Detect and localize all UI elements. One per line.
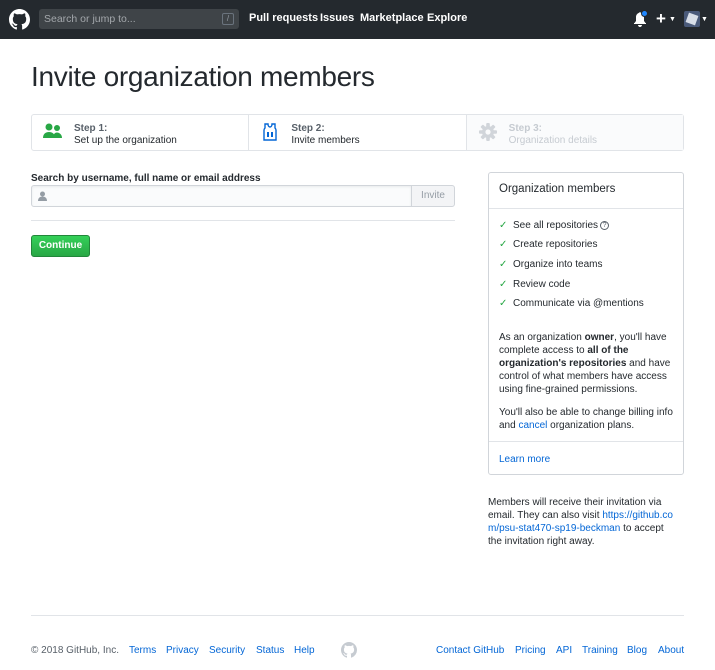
feature-item: ✓ See all repositories?	[499, 220, 610, 231]
step-label: Organization details	[508, 135, 598, 146]
gear-icon	[478, 123, 497, 141]
member-search-input[interactable]	[31, 185, 412, 207]
chevron-down-icon: ▼	[701, 16, 708, 23]
billing-description: You'll also be able to change billing in…	[499, 406, 677, 432]
footer-link-blog[interactable]: Blog	[627, 645, 647, 656]
step-label: Set up the organization	[74, 135, 177, 146]
step-1: Step 1: Set up the organization	[32, 115, 248, 150]
shortcut-key-hint: /	[222, 13, 234, 25]
top-header: Search or jump to... / Pull requests Iss…	[0, 0, 715, 39]
nav-explore[interactable]: Explore	[427, 12, 467, 24]
notification-indicator	[641, 10, 648, 17]
owner-description: As an organization owner, you'll have co…	[499, 331, 677, 396]
step-number: Step 1:	[74, 123, 108, 134]
search-input[interactable]: Search or jump to... /	[39, 9, 239, 29]
chevron-down-icon: ▼	[669, 16, 676, 23]
step-3: Step 3: Organization details	[465, 115, 683, 150]
feature-item: ✓ Create repositories	[499, 239, 597, 250]
cancel-link[interactable]: cancel	[518, 420, 547, 431]
feature-item: ✓ Communicate via @mentions	[499, 298, 644, 309]
footer-link-help[interactable]: Help	[294, 645, 315, 656]
continue-button[interactable]: Continue	[31, 235, 90, 257]
divider	[489, 208, 683, 209]
feature-label: See all repositories	[513, 220, 599, 231]
box-title: Organization members	[499, 183, 616, 195]
footer-divider	[31, 615, 684, 616]
member-search-label: Search by username, full name or email a…	[31, 173, 261, 184]
question-icon[interactable]: ?	[600, 221, 610, 230]
text: organization plans.	[547, 420, 635, 431]
github-logo-icon[interactable]	[9, 9, 30, 30]
footer-link-pricing[interactable]: Pricing	[515, 645, 546, 656]
check-icon: ✓	[499, 239, 508, 250]
feature-label: Organize into teams	[513, 259, 603, 270]
page-title: Invite organization members	[31, 61, 375, 92]
footer-link-about[interactable]: About	[658, 645, 684, 656]
feature-item: ✓ Organize into teams	[499, 259, 603, 270]
invite-button[interactable]: Invite	[411, 185, 455, 207]
check-icon: ✓	[499, 259, 508, 270]
footer-link-terms[interactable]: Terms	[129, 645, 156, 656]
search-placeholder: Search or jump to...	[44, 13, 136, 25]
avatar[interactable]	[684, 11, 700, 27]
divider	[31, 220, 455, 221]
step-number: Step 2:	[291, 123, 325, 134]
learn-more-link[interactable]: Learn more	[499, 454, 550, 465]
check-icon: ✓	[499, 279, 508, 290]
github-logo-icon[interactable]	[341, 642, 357, 658]
bold-text: owner	[584, 332, 615, 343]
footer-link-contact[interactable]: Contact GitHub	[436, 645, 504, 656]
steps-progress: Step 1: Set up the organization Step 2: …	[31, 114, 684, 151]
footer-link-status[interactable]: Status	[256, 645, 284, 656]
person-icon	[38, 191, 47, 201]
feature-item: ✓ Review code	[499, 279, 570, 290]
step-label: Invite members	[291, 135, 360, 146]
invitation-note: Members will receive their invitation vi…	[488, 496, 678, 548]
nav-issues[interactable]: Issues	[320, 12, 354, 24]
footer-link-training[interactable]: Training	[582, 645, 618, 656]
step-2: Step 2: Invite members	[248, 115, 465, 150]
step-number: Step 3:	[508, 123, 542, 134]
jersey-icon	[263, 123, 278, 141]
check-icon: ✓	[499, 298, 508, 309]
copyright: © 2018 GitHub, Inc.	[31, 645, 119, 656]
organization-members-box: Organization members ✓ See all repositori…	[488, 172, 684, 475]
feature-label: Communicate via @mentions	[513, 298, 644, 309]
nav-pull-requests[interactable]: Pull requests	[249, 12, 318, 24]
create-new-icon[interactable]: +	[656, 9, 666, 29]
divider	[489, 441, 683, 442]
feature-label: Create repositories	[513, 239, 598, 250]
footer-link-privacy[interactable]: Privacy	[166, 645, 199, 656]
footer-link-api[interactable]: API	[556, 645, 572, 656]
people-icon	[43, 123, 62, 138]
nav-marketplace[interactable]: Marketplace	[360, 12, 424, 24]
feature-label: Review code	[513, 279, 571, 290]
footer-link-security[interactable]: Security	[209, 645, 245, 656]
check-icon: ✓	[499, 220, 508, 231]
text: As an organization	[499, 332, 585, 343]
